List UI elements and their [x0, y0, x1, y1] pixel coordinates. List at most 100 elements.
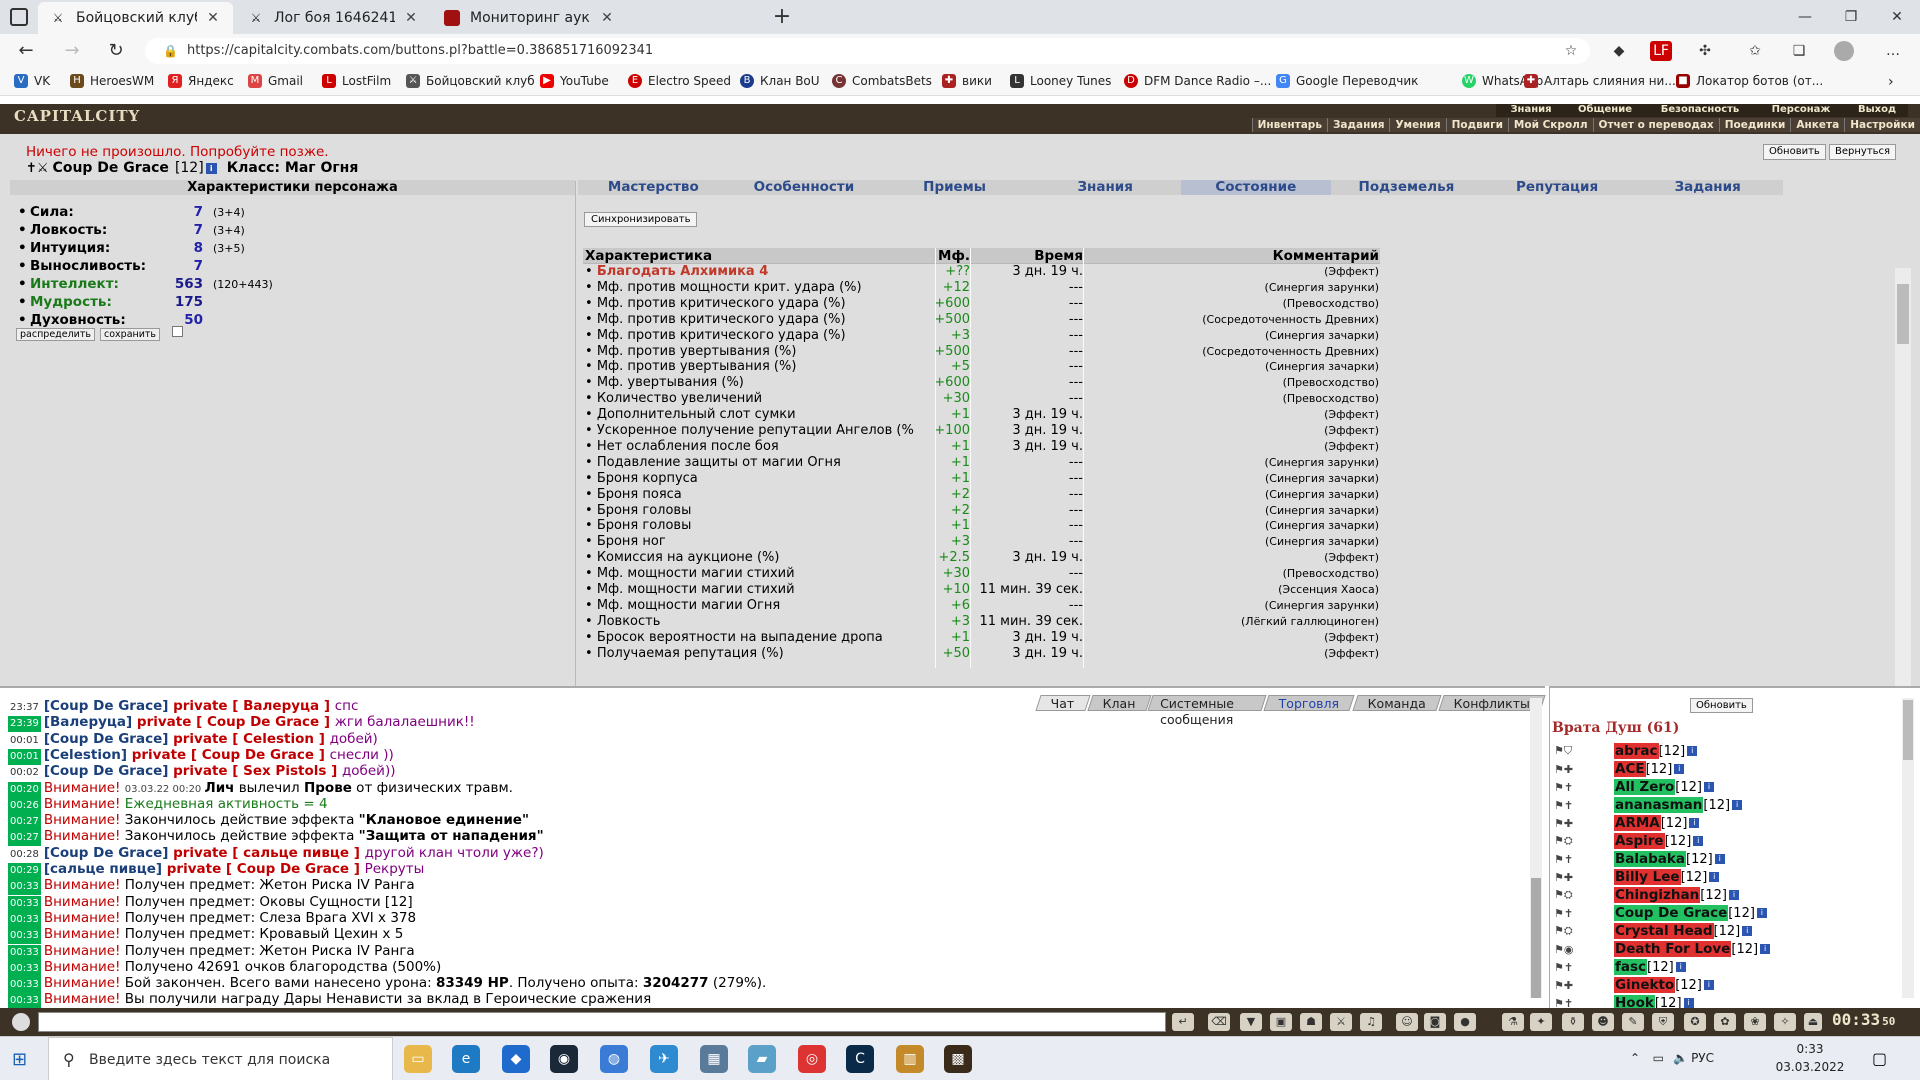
- sound-icon[interactable]: ♫: [1360, 1013, 1382, 1031]
- online-user[interactable]: ⚑⛭ Aspire [12] i: [1554, 832, 1704, 850]
- chat-segment[interactable]: [Coup De Grace]: [44, 845, 169, 861]
- profile-avatar[interactable]: [1834, 41, 1854, 61]
- potion-icon[interactable]: ⚗: [1502, 1013, 1524, 1031]
- info-icon[interactable]: i: [1760, 944, 1771, 954]
- bookmark-combatsbets[interactable]: C CombatsBets: [832, 74, 932, 88]
- taskbar-time[interactable]: 0:33: [1770, 1042, 1850, 1056]
- nav-character[interactable]: Персонаж: [1756, 104, 1846, 117]
- chat-segment[interactable]: [Coup De Grace]: [44, 731, 169, 747]
- fighters-icon[interactable]: ☗: [1300, 1013, 1322, 1031]
- tab-mastery[interactable]: Мастерство: [578, 180, 729, 195]
- chat-tab-clan[interactable]: Клан: [1086, 695, 1151, 711]
- scroll-icon[interactable]: ✎: [1622, 1013, 1644, 1031]
- mask-icon[interactable]: ☻: [1592, 1013, 1614, 1031]
- user-name[interactable]: Death For Love: [1614, 941, 1732, 957]
- user-name[interactable]: Coup De Grace: [1614, 905, 1729, 921]
- chat-scrollbar[interactable]: [1530, 698, 1542, 998]
- chat-tab-system[interactable]: Системные сообщения: [1147, 695, 1267, 727]
- bookmark-vk[interactable]: V VK: [14, 74, 50, 88]
- browser-tab-2[interactable]: Мониторинг аукциона с истор ✕: [432, 2, 627, 34]
- bookmark-youtube[interactable]: ▶ YouTube: [540, 74, 609, 88]
- nav-knowledge[interactable]: Знания: [1496, 104, 1566, 117]
- eraser-icon[interactable]: ⌫: [1208, 1013, 1230, 1031]
- back-button[interactable]: ←: [14, 40, 38, 62]
- nav-profile[interactable]: Анкета: [1790, 118, 1844, 132]
- filter-icon[interactable]: ▼: [1240, 1013, 1262, 1031]
- bookmarks-more-icon[interactable]: ›: [1888, 74, 1894, 90]
- app-icon[interactable]: ◆: [502, 1045, 530, 1073]
- save-stats-button[interactable]: сохранить: [100, 328, 161, 341]
- chat-tab-trade[interactable]: Торговля: [1263, 695, 1356, 711]
- favorite-star-icon[interactable]: ☆: [1560, 41, 1582, 61]
- info-icon[interactable]: i: [1693, 836, 1704, 846]
- windows-start-icon[interactable]: ⊞: [12, 1049, 27, 1070]
- info-icon[interactable]: i: [1683, 998, 1694, 1008]
- fire-icon[interactable]: ✦: [1530, 1013, 1552, 1031]
- online-user[interactable]: ⚑⛭ Chingizhan [12] i: [1554, 886, 1739, 904]
- nav-my-scroll[interactable]: Мой Скролл: [1507, 118, 1593, 132]
- online-user[interactable]: ⚑⛭ Crystal Head [12] i: [1554, 922, 1753, 940]
- sync-button[interactable]: Синхронизировать: [584, 212, 698, 227]
- info-icon[interactable]: i: [1674, 764, 1685, 774]
- bag-icon[interactable]: ✧: [1774, 1013, 1796, 1031]
- tab-quests[interactable]: Задания: [1632, 180, 1783, 195]
- online-user[interactable]: ⚑✝ All Zero [12] i: [1554, 778, 1714, 796]
- extensions-icon[interactable]: ✣: [1694, 41, 1716, 61]
- flask-icon[interactable]: ⚱: [1562, 1013, 1584, 1031]
- close-icon[interactable]: ✕: [205, 10, 221, 26]
- exit-icon[interactable]: ⏏: [1804, 1013, 1822, 1031]
- shield-icon[interactable]: ⛨: [1652, 1013, 1674, 1031]
- user-name[interactable]: Balabaka: [1614, 851, 1686, 867]
- nav-tasks[interactable]: Задания: [1326, 118, 1389, 132]
- bookmark-altar[interactable]: ✚ Алтарь слияния ни...: [1524, 74, 1676, 88]
- bookmark-dfm[interactable]: D DFM Dance Radio –...: [1124, 74, 1271, 88]
- network-icon[interactable]: ▭: [1653, 1051, 1664, 1065]
- game-app-icon[interactable]: ▥: [896, 1045, 924, 1073]
- notifications-icon[interactable]: ▢: [1872, 1049, 1887, 1068]
- nav-communication[interactable]: Общение: [1566, 104, 1644, 117]
- online-refresh-button[interactable]: Обновить: [1690, 698, 1753, 713]
- stats-checkbox[interactable]: [172, 326, 183, 337]
- notes-icon[interactable]: ▰: [748, 1045, 776, 1073]
- online-user[interactable]: ⚑✝ Balabaka [12] i: [1554, 850, 1725, 868]
- tab-techniques[interactable]: Приемы: [879, 180, 1030, 195]
- chrome-icon[interactable]: ◎: [798, 1045, 826, 1073]
- bookmark-electro-speed[interactable]: E Electro Speed: [628, 74, 731, 88]
- online-user[interactable]: ⚑✝ fasc [12] i: [1554, 958, 1686, 976]
- close-window-button[interactable]: ✕: [1874, 0, 1920, 34]
- online-user[interactable]: ⚑✚ Ginekto [12] i: [1554, 976, 1714, 994]
- heroes-icon[interactable]: ▩: [944, 1045, 972, 1073]
- user-name[interactable]: All Zero: [1614, 779, 1676, 795]
- extension-icon[interactable]: ◆: [1608, 41, 1630, 61]
- user-name[interactable]: Aspire: [1614, 833, 1665, 849]
- nav-exit[interactable]: Выход: [1846, 104, 1908, 117]
- info-icon[interactable]: i: [1703, 980, 1714, 990]
- bookmark-bot-locator[interactable]: ■ Локатор ботов (от...: [1676, 74, 1823, 88]
- restore-button[interactable]: ❐: [1828, 0, 1874, 34]
- online-user[interactable]: ⚑✝ Coup De Grace [12] i: [1554, 904, 1767, 922]
- online-user[interactable]: ⚑✚ ARMA [12] i: [1554, 814, 1700, 832]
- globe-icon[interactable]: ◍: [600, 1045, 628, 1073]
- browser-tab-1[interactable]: ⚔ Лог боя 1646241325.38403. Гер ✕: [236, 2, 431, 34]
- online-scrollbar[interactable]: [1902, 698, 1914, 998]
- bookmark-wiki[interactable]: ✚ вики: [942, 74, 992, 88]
- refresh-button[interactable]: Обновить: [1763, 144, 1826, 160]
- tab-state[interactable]: Состояние: [1180, 180, 1332, 195]
- info-icon[interactable]: i: [1689, 818, 1700, 828]
- taskbar-search[interactable]: ⚲ Введите здесь текст для поиска: [48, 1037, 393, 1080]
- calculator-icon[interactable]: ▦: [700, 1045, 728, 1073]
- volume-icon[interactable]: 🔈: [1673, 1051, 1688, 1065]
- send-icon[interactable]: ↵: [1172, 1013, 1194, 1031]
- user-name[interactable]: fasc: [1614, 959, 1648, 975]
- save-log-icon[interactable]: ▣: [1270, 1013, 1292, 1031]
- network-app-icon[interactable]: ✈: [650, 1045, 678, 1073]
- camera-icon[interactable]: ◙: [1424, 1013, 1446, 1031]
- nav-inventory[interactable]: Инвентарь: [1251, 118, 1327, 132]
- tab-features[interactable]: Особенности: [729, 180, 880, 195]
- forward-button[interactable]: →: [60, 40, 84, 62]
- emoticons-icon[interactable]: ☺: [1396, 1013, 1418, 1031]
- taskbar-date[interactable]: 03.03.2022: [1770, 1060, 1850, 1074]
- medal-icon[interactable]: ✪: [1684, 1013, 1706, 1031]
- reload-button[interactable]: ↻: [104, 40, 128, 62]
- nav-security[interactable]: Безопасность: [1644, 104, 1756, 117]
